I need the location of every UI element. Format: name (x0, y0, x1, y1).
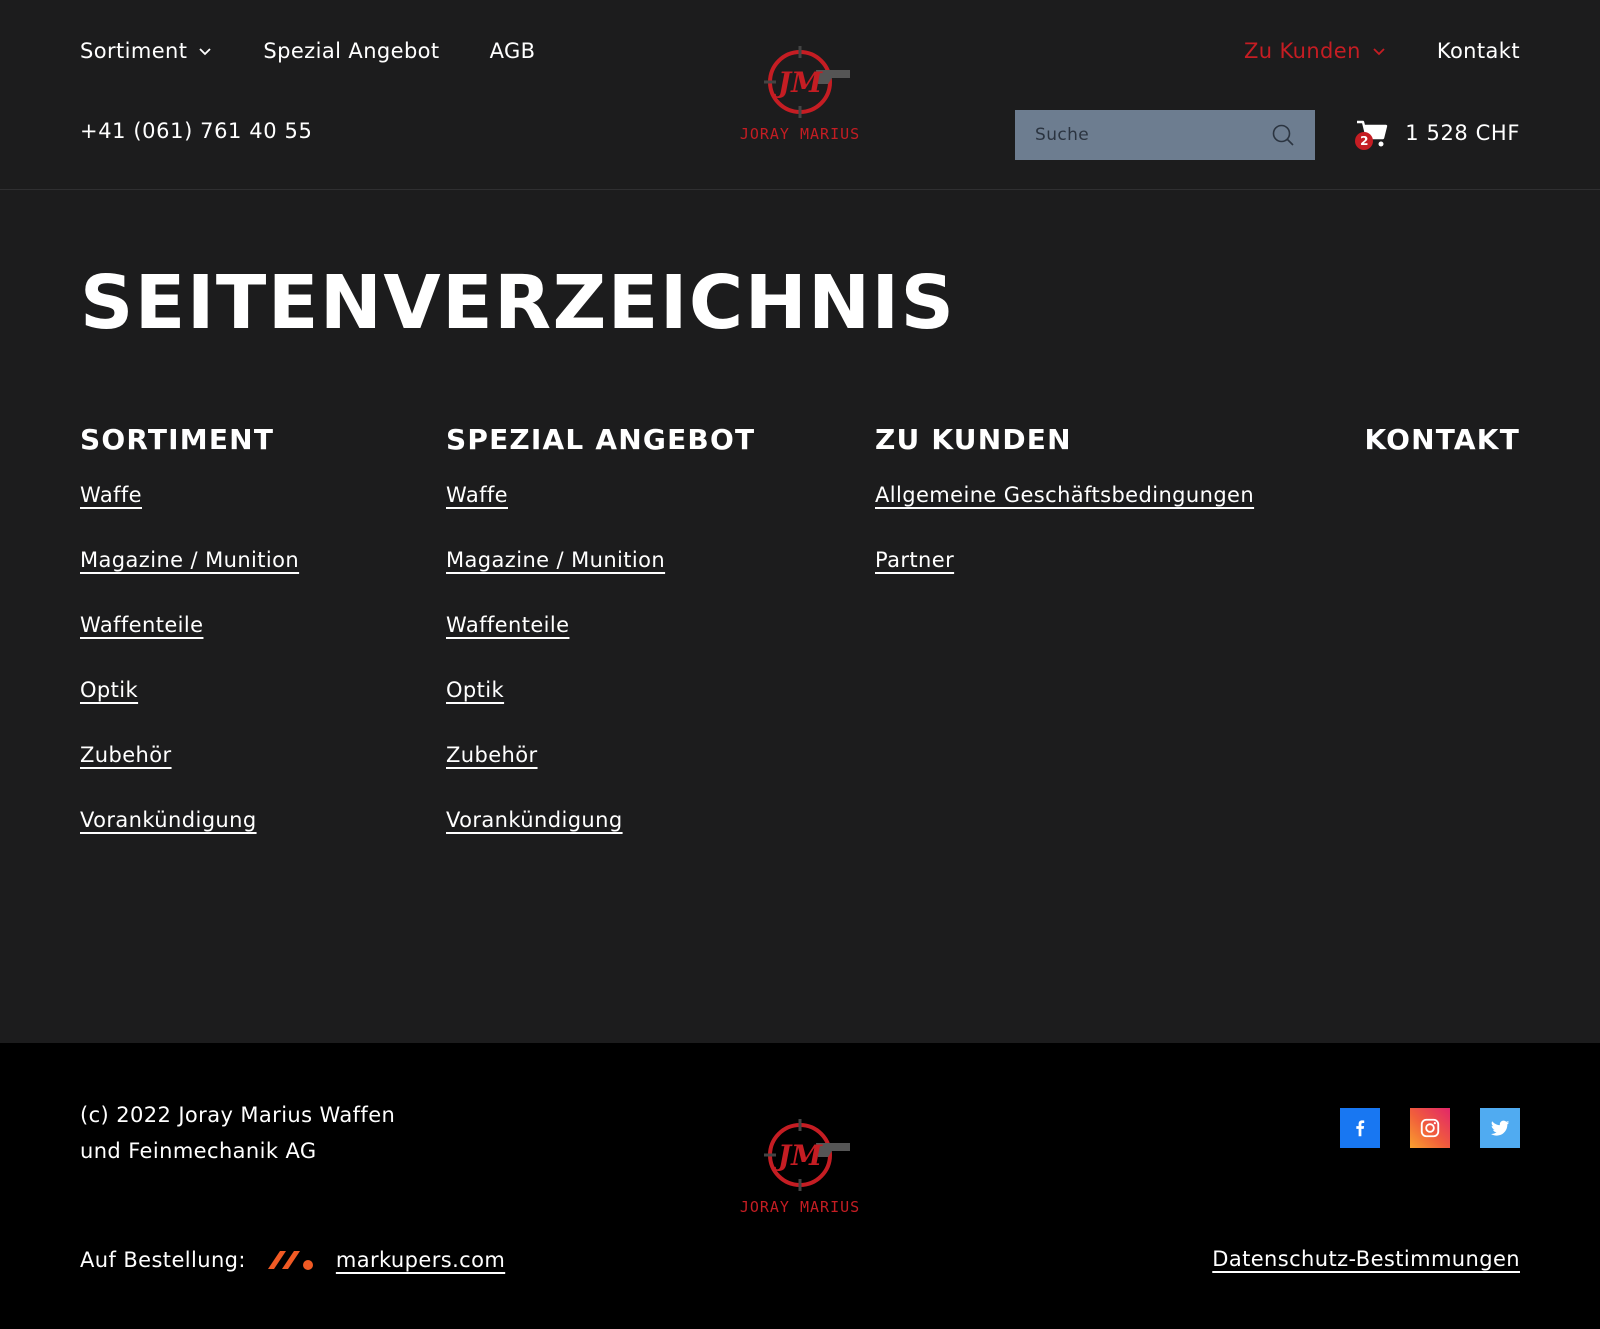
sitemap-link-waffe[interactable]: Waffe (446, 483, 508, 507)
sitemap-column-spezial-angebot: SPEZIAL ANGEBOT Waffe Magazine / Munitio… (446, 420, 755, 873)
search-box (1015, 110, 1315, 160)
nav-item-label: Kontakt (1436, 39, 1520, 63)
instagram-icon[interactable] (1410, 1108, 1450, 1148)
list-item: Waffe (446, 483, 755, 548)
list-item: Vorankündigung (446, 808, 755, 873)
sitemap-link-zubehoer[interactable]: Zubehör (446, 743, 538, 767)
logo-mark: JM (773, 1139, 823, 1172)
sitemap-link-optik[interactable]: Optik (80, 678, 138, 702)
nav-item-zu-kunden[interactable]: Zu Kunden (1244, 39, 1387, 63)
list-item: Magazine / Munition (446, 548, 755, 613)
list-item: Waffenteile (446, 613, 755, 678)
logo-mark: JM (773, 66, 823, 99)
twitter-icon[interactable] (1480, 1108, 1520, 1148)
column-heading: SORTIMENT (80, 423, 275, 456)
logo-text: JORAY MARIUS (740, 1198, 860, 1216)
sitemap-column-sortiment: SORTIMENT Waffe Magazine / Munition Waff… (80, 420, 299, 873)
nav-item-label: Spezial Angebot (263, 39, 440, 63)
column-link-list: Waffe Magazine / Munition Waffenteile Op… (446, 483, 755, 873)
order-label: Auf Bestellung: (80, 1248, 246, 1272)
privacy-policy-link[interactable]: Datenschutz-Bestimmungen (1212, 1247, 1520, 1271)
markupers-link[interactable]: markupers.com (336, 1248, 505, 1272)
list-item: Partner (875, 548, 1254, 613)
list-item: Magazine / Munition (80, 548, 299, 613)
list-item: Waffe (80, 483, 299, 548)
main-nav: Sortiment Spezial Angebot AGB (80, 39, 535, 63)
nav-item-label: Sortiment (80, 39, 188, 63)
nav-item-label: Zu Kunden (1243, 39, 1361, 63)
search-input[interactable] (1035, 125, 1271, 145)
list-item: Zubehör (80, 743, 299, 808)
logo-text: JORAY MARIUS (740, 125, 860, 143)
order-credit: Auf Bestellung: markupers.com (80, 1247, 505, 1273)
list-item: Optik (80, 678, 299, 743)
cart-button[interactable]: 2 1 528 CHF (1355, 116, 1520, 150)
social-links (1340, 1108, 1520, 1148)
nav-item-label: AGB (489, 39, 536, 63)
list-item: Waffenteile (80, 613, 299, 678)
sitemap-link-partner[interactable]: Partner (875, 548, 954, 572)
nav-item-spezial-angebot[interactable]: Spezial Angebot (263, 39, 439, 63)
list-item: Vorankündigung (80, 808, 299, 873)
site-header: Sortiment Spezial Angebot AGB +41 (061) … (0, 0, 1600, 190)
facebook-icon[interactable] (1340, 1108, 1380, 1148)
sitemap-link-vorankuendigung[interactable]: Vorankündigung (80, 808, 257, 832)
sitemap-link-optik[interactable]: Optik (446, 678, 504, 702)
sitemap-link-magazine-munition[interactable]: Magazine / Munition (446, 548, 665, 572)
column-link-list: Waffe Magazine / Munition Waffenteile Op… (80, 483, 299, 873)
sitemap-link-waffenteile[interactable]: Waffenteile (80, 613, 203, 637)
sitemap-link-zubehoer[interactable]: Zubehör (80, 743, 172, 767)
nav-item-sortiment[interactable]: Sortiment (80, 39, 213, 63)
site-footer: (c) 2022 Joray Marius Waffen und Feinmec… (0, 1043, 1600, 1329)
copyright-text: (c) 2022 Joray Marius Waffen und Feinmec… (80, 1103, 396, 1163)
column-heading: SPEZIAL ANGEBOT (446, 423, 756, 456)
markupers-logo-icon (266, 1247, 316, 1273)
cart-total: 1 528 CHF (1405, 121, 1520, 145)
page-title: SEITENVERZEICHNIS (80, 260, 956, 346)
list-item: Optik (446, 678, 755, 743)
cart-icon-wrapper: 2 (1355, 116, 1389, 150)
nav-item-agb[interactable]: AGB (490, 39, 536, 63)
footer-logo[interactable]: JM JORAY MARIUS (720, 1113, 880, 1223)
list-item: Allgemeine Geschäftsbedingungen (875, 483, 1254, 548)
sitemap-link-waffenteile[interactable]: Waffenteile (446, 613, 569, 637)
column-heading: ZU KUNDEN (875, 423, 1072, 456)
chevron-down-icon (197, 43, 213, 59)
sitemap-link-agb[interactable]: Allgemeine Geschäftsbedingungen (875, 483, 1254, 507)
search-icon[interactable] (1271, 123, 1295, 147)
sitemap-column-zu-kunden: ZU KUNDEN Allgemeine Geschäftsbedingunge… (875, 420, 1254, 613)
chevron-down-icon (1371, 43, 1387, 59)
site-logo[interactable]: JM JORAY MARIUS (720, 40, 880, 150)
list-item: Zubehör (446, 743, 755, 808)
column-heading: KONTAKT (1364, 423, 1520, 456)
secondary-nav: Zu Kunden Kontakt (1244, 39, 1520, 63)
phone-number[interactable]: +41 (061) 761 40 55 (80, 119, 312, 143)
sitemap-link-vorankuendigung[interactable]: Vorankündigung (446, 808, 623, 832)
sitemap-link-magazine-munition[interactable]: Magazine / Munition (80, 548, 299, 572)
column-link-list: Allgemeine Geschäftsbedingungen Partner (875, 483, 1254, 613)
sitemap-link-waffe[interactable]: Waffe (80, 483, 142, 507)
nav-item-kontakt[interactable]: Kontakt (1437, 39, 1520, 63)
sitemap-column-kontakt: KONTAKT (1365, 420, 1520, 460)
